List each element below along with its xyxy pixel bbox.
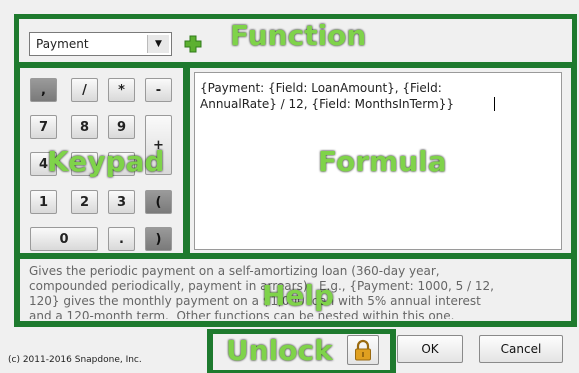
text-cursor bbox=[494, 97, 495, 111]
keypad-formula-divider bbox=[183, 62, 190, 254]
function-annotation-label: Function bbox=[230, 19, 367, 52]
add-function-button[interactable] bbox=[182, 33, 204, 55]
key-8[interactable]: 8 bbox=[71, 115, 98, 139]
unlock-button[interactable] bbox=[347, 335, 379, 365]
formula-text: {Payment: {Field: LoanAmount}, {Field: A… bbox=[200, 81, 454, 111]
copyright-text: (c) 2011-2016 Snapdone, Inc. bbox=[8, 355, 142, 365]
function-dropdown-value: Payment bbox=[36, 37, 89, 51]
ok-button[interactable]: OK bbox=[397, 335, 463, 363]
key-3[interactable]: 3 bbox=[108, 190, 135, 214]
plus-icon bbox=[184, 35, 202, 53]
key-divide[interactable]: / bbox=[71, 78, 98, 102]
formula-annotation-label: Formula bbox=[318, 145, 447, 178]
main-annotation-frame-bottom bbox=[14, 321, 577, 327]
key-minus[interactable]: - bbox=[145, 78, 172, 102]
key-open-paren[interactable]: ( bbox=[145, 190, 172, 214]
cancel-button[interactable]: Cancel bbox=[479, 335, 563, 363]
unlock-annotation-label: Unlock bbox=[226, 334, 333, 367]
function-annotation-frame-right bbox=[572, 14, 577, 66]
function-annotation-frame-left bbox=[14, 14, 19, 66]
key-0[interactable]: 0 bbox=[30, 227, 98, 251]
key-2[interactable]: 2 bbox=[71, 190, 98, 214]
key-dot[interactable]: . bbox=[108, 227, 135, 251]
key-comma[interactable]: , bbox=[30, 78, 57, 102]
lock-icon bbox=[355, 339, 371, 361]
key-9[interactable]: 9 bbox=[108, 115, 135, 139]
key-7[interactable]: 7 bbox=[30, 115, 57, 139]
key-1[interactable]: 1 bbox=[30, 190, 57, 214]
help-divider bbox=[14, 253, 577, 259]
keypad-annotation-label: Keypad bbox=[47, 145, 165, 178]
key-close-paren[interactable]: ) bbox=[145, 227, 172, 251]
chevron-down-icon[interactable]: ▼ bbox=[147, 35, 169, 53]
main-annotation-frame-right bbox=[571, 62, 577, 324]
key-multiply[interactable]: * bbox=[108, 78, 135, 102]
help-annotation-label: Help bbox=[262, 279, 335, 312]
